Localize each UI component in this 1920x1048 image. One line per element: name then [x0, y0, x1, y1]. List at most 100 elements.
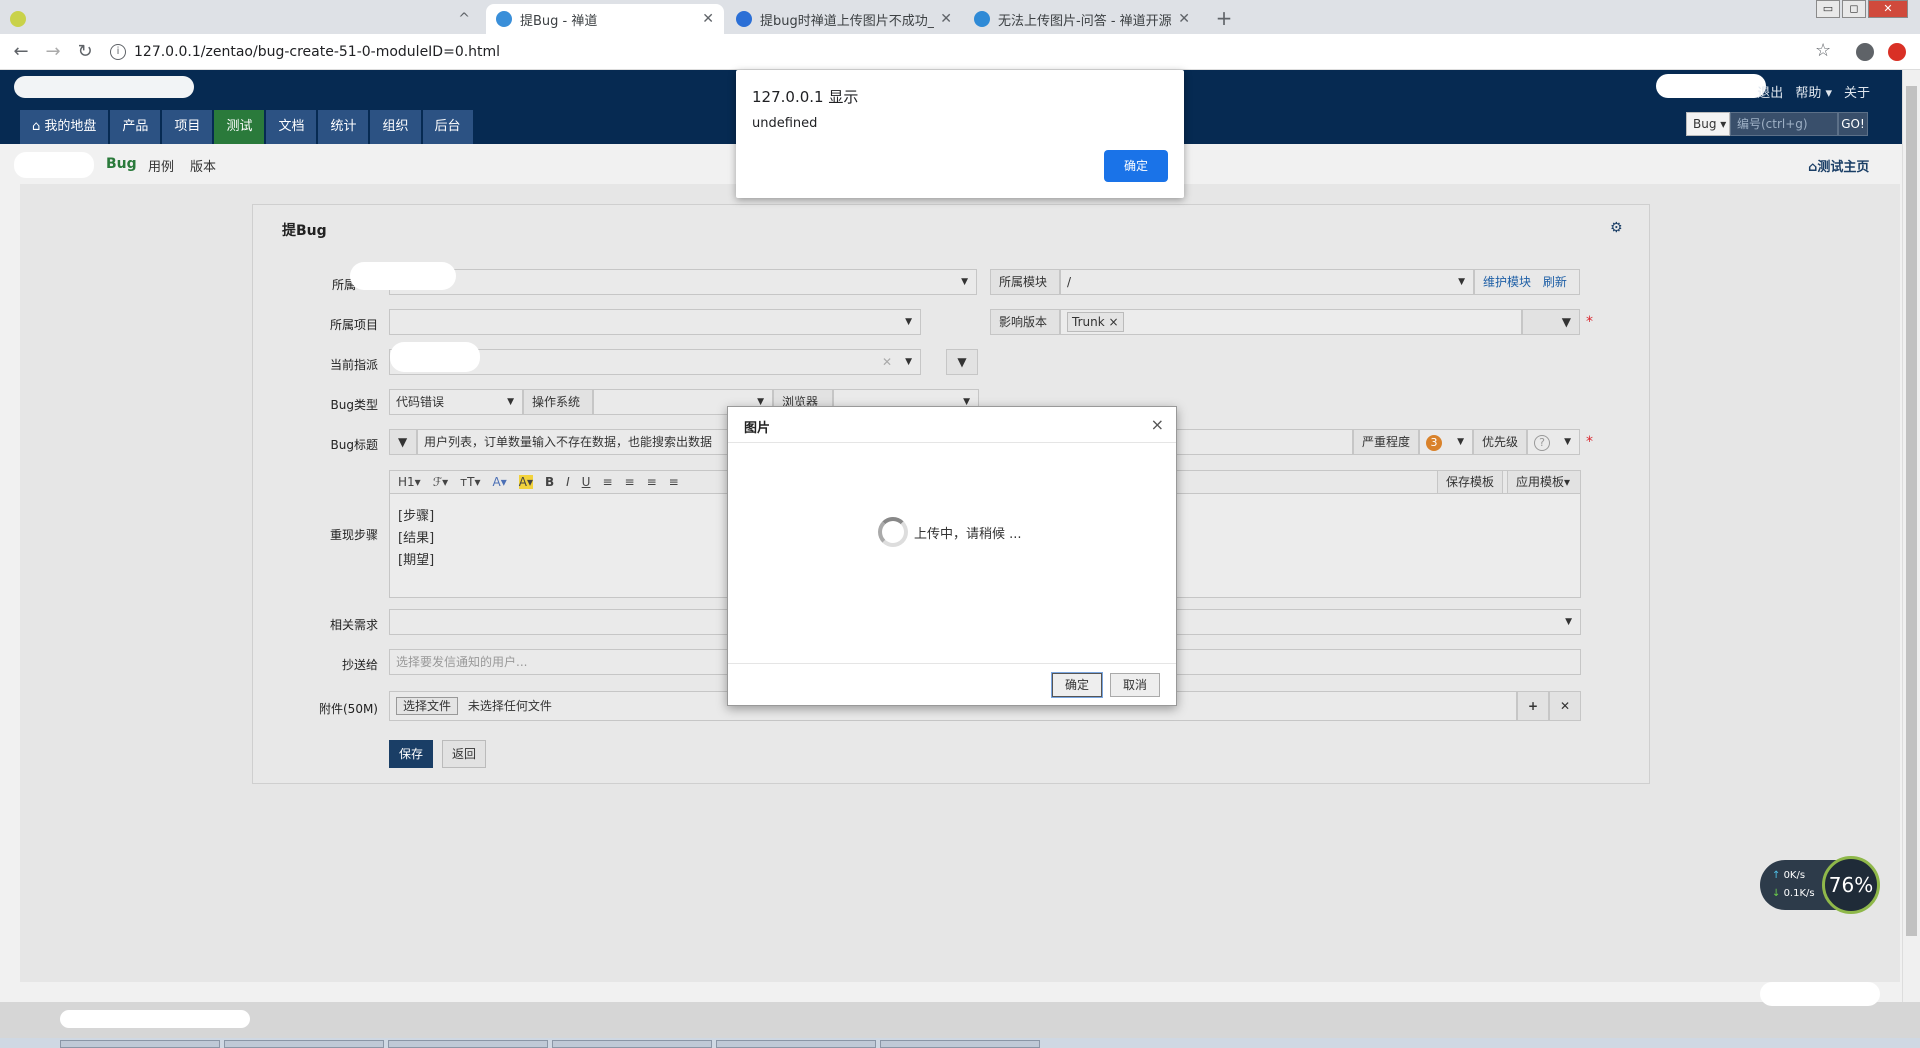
close-icon[interactable]: ✕ — [940, 11, 952, 27]
info-icon[interactable]: i — [110, 44, 126, 60]
logout-link[interactable]: 退出 — [1757, 82, 1783, 101]
url-text[interactable]: 127.0.0.1/zentao/bug-create-51-0-moduleI… — [134, 44, 500, 60]
restore-button[interactable]: ◻ — [1842, 0, 1866, 18]
taskbar-item[interactable] — [224, 1040, 384, 1048]
home-icon: ⌂ — [1808, 160, 1818, 175]
memory-usage: 76% — [1822, 856, 1880, 914]
reload-icon[interactable]: ↻ — [72, 40, 98, 66]
nav-admin[interactable]: 后台 — [422, 110, 473, 144]
close-window-button[interactable]: ✕ — [1868, 0, 1908, 18]
alert-ok-button[interactable]: 确定 — [1104, 150, 1168, 182]
profile-avatar[interactable] — [1856, 43, 1874, 61]
title-color-picker[interactable]: ▼ — [389, 429, 417, 455]
remove-file-button[interactable]: ✕ — [1549, 691, 1581, 721]
help-link[interactable]: 帮助 ▾ — [1795, 82, 1832, 101]
nav-company[interactable]: 组织 — [370, 110, 421, 144]
priority-select[interactable]: ? ▼ — [1527, 429, 1580, 455]
subnav-case[interactable]: 用例 — [148, 156, 174, 175]
save-button[interactable]: 保存 — [389, 740, 433, 768]
new-tab-button[interactable]: + — [1212, 7, 1236, 31]
bug-type-select[interactable]: 代码错误 ▼ — [389, 389, 523, 415]
home-icon: ⌂ — [32, 119, 45, 134]
maintain-module-link[interactable]: 维护模块 — [1483, 275, 1531, 289]
bug-title-label: Bug标题 — [330, 438, 378, 452]
redacted-product — [14, 152, 94, 178]
address-bar[interactable]: i 127.0.0.1/zentao/bug-create-51-0-modul… — [110, 39, 1810, 65]
nav-product[interactable]: 产品 — [110, 110, 161, 144]
underline-tool[interactable]: U — [582, 475, 591, 489]
back-button[interactable]: 返回 — [442, 740, 486, 768]
align-center-icon[interactable]: ≡ — [625, 475, 635, 489]
choose-file-button[interactable]: 选择文件 — [396, 697, 459, 715]
extension-icon[interactable] — [1888, 43, 1906, 61]
taskbar-item[interactable] — [388, 1040, 548, 1048]
font-size-tool[interactable]: тT▾ — [460, 475, 480, 489]
nav-my[interactable]: ⌂ 我的地盘 — [20, 110, 109, 144]
taskbar-item[interactable] — [552, 1040, 712, 1048]
gear-icon[interactable]: ⚙ — [1610, 220, 1623, 236]
nav-report[interactable]: 统计 — [318, 110, 369, 144]
save-template-button[interactable]: 保存模板 — [1437, 470, 1504, 494]
search-input[interactable]: 编号(ctrl+g) — [1730, 112, 1838, 136]
close-icon[interactable]: ✕ — [702, 11, 714, 27]
project-select[interactable]: ▼ — [389, 309, 921, 335]
highlight-tool[interactable]: A▾ — [518, 475, 533, 489]
refresh-link[interactable]: 刷新 — [1543, 275, 1567, 289]
taskbar-item[interactable] — [716, 1040, 876, 1048]
italic-tool[interactable]: I — [566, 475, 570, 489]
page-footer — [0, 982, 1920, 1038]
nav-project[interactable]: 项目 — [162, 110, 213, 144]
build-select[interactable]: Trunk × — [1060, 309, 1522, 335]
font-tool[interactable]: ℱ▾ — [433, 475, 448, 489]
taskbar-item[interactable] — [880, 1040, 1040, 1048]
product-select[interactable]: ▼ — [389, 269, 977, 295]
nav-doc[interactable]: 文档 — [266, 110, 317, 144]
dialog-ok-button[interactable]: 确定 — [1051, 672, 1103, 698]
browser-tab[interactable]: 提bug时禅道上传图片不成功_百 ✕ — [726, 4, 962, 34]
page-scrollbar[interactable] — [1902, 70, 1920, 1018]
align-right-icon[interactable]: ≡ — [647, 475, 657, 489]
filter-icon[interactable]: ▼ — [1522, 309, 1580, 335]
browser-tab[interactable]: ^ — [0, 4, 480, 34]
severity-select[interactable]: 3 ▼ — [1419, 429, 1473, 455]
browser-tabbar: ^ 提Bug - 禅道 ✕ 提bug时禅道上传图片不成功_百 ✕ 无法上传图片-… — [0, 0, 1920, 34]
scrollbar-thumb[interactable] — [1906, 86, 1917, 936]
search-type-select[interactable]: Bug ▾ — [1686, 112, 1730, 136]
clear-icon[interactable]: ✕ — [882, 350, 892, 374]
module-select[interactable]: / ▼ — [1060, 269, 1474, 295]
bug-type-label: Bug类型 — [330, 398, 378, 412]
add-file-button[interactable]: + — [1517, 691, 1549, 721]
remove-icon[interactable]: × — [1109, 315, 1119, 329]
test-home-link[interactable]: ⌂测试主页 — [1808, 156, 1869, 175]
nav-test[interactable]: 测试 — [214, 110, 265, 144]
taskbar-item[interactable] — [60, 1040, 220, 1048]
dialog-cancel-button[interactable]: 取消 — [1110, 673, 1160, 697]
subnav-bug[interactable]: Bug — [106, 156, 137, 172]
build-label: 影响版本 — [990, 309, 1060, 335]
forward-icon[interactable]: → — [40, 40, 66, 66]
heading-tool[interactable]: H1▾ — [398, 475, 421, 489]
font-color-tool[interactable]: A▾ — [493, 475, 507, 489]
minimize-button[interactable]: ▭ — [1816, 0, 1840, 18]
align-left-icon[interactable]: ≡ — [602, 475, 612, 489]
alert-message: undefined — [752, 116, 818, 131]
image-upload-dialog: 图片 × 上传中，请稍候 ... 确定 取消 — [727, 406, 1177, 706]
browser-tab-active[interactable]: 提Bug - 禅道 ✕ — [486, 4, 724, 34]
close-icon[interactable]: ✕ — [1178, 11, 1190, 27]
close-icon[interactable]: × — [1151, 415, 1164, 434]
browser-tab[interactable]: 无法上传图片-问答 - 禅道开源项 ✕ — [964, 4, 1200, 34]
bookmark-star-icon[interactable]: ☆ — [1815, 40, 1831, 61]
bold-tool[interactable]: B — [545, 475, 554, 489]
upload-status: 上传中，请稍候 ... — [914, 527, 1022, 542]
about-link[interactable]: 关于 — [1844, 82, 1870, 101]
back-icon[interactable]: ← — [8, 40, 34, 66]
network-monitor-widget: ↑ 0K/s ↓ 0.1K/s 76% — [1760, 856, 1880, 914]
filter-icon[interactable]: ▼ — [946, 349, 978, 375]
dialog-footer: 确定 取消 — [728, 663, 1176, 705]
dialog-header: 图片 × — [728, 407, 1176, 443]
search-go-button[interactable]: GO! — [1838, 112, 1868, 136]
list-icon[interactable]: ≡ — [669, 475, 679, 489]
apply-template-button[interactable]: 应用模板▾ — [1507, 470, 1581, 494]
subnav-build[interactable]: 版本 — [190, 156, 216, 175]
redacted-footer — [60, 1010, 250, 1028]
